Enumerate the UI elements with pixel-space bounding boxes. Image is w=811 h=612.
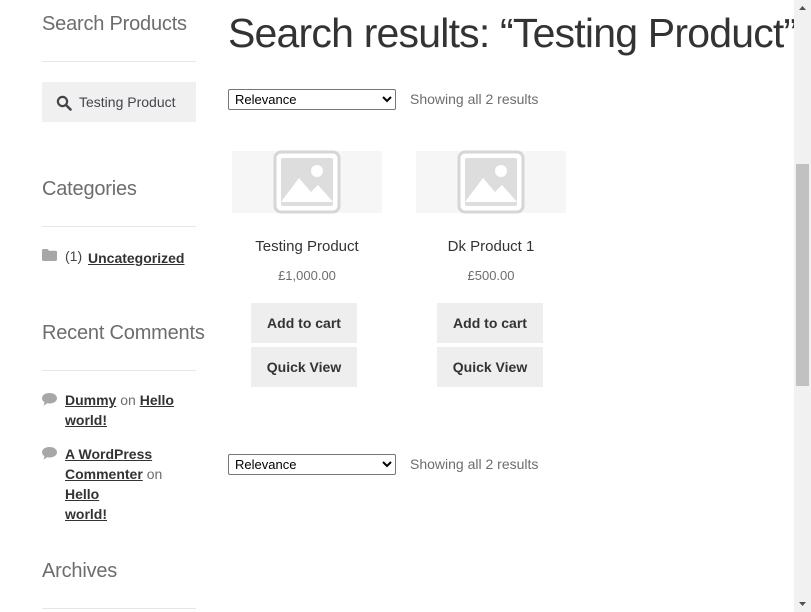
quick-view-button[interactable]: Quick View [437,347,543,387]
search-widget-title: Search Products [42,13,187,35]
category-item-text: Uncategorized (1) [65,248,184,266]
divider [42,608,196,609]
comment-post-link-line1[interactable]: Hello [140,392,174,408]
quick-view-button[interactable]: Quick View [251,347,357,387]
product-search-field[interactable]: Testing Product [42,82,196,122]
comment-author-link[interactable]: A WordPress Commenter [65,446,152,482]
divider [42,370,196,371]
orderby-form-top: Relevance [228,89,396,110]
comment-post-link-line2[interactable]: world! [65,506,107,522]
page-title: Search results: “Testing Product” [228,10,797,56]
scroll-up-arrow-icon[interactable] [794,0,811,17]
category-link-uncategorized[interactable]: Uncategorized [88,250,184,266]
product-title[interactable]: Dk Product 1 [396,238,586,255]
comment-text: Dummy on Hello world! [65,390,197,430]
divider [42,226,196,227]
placeholder-image-icon [273,150,341,214]
comment-on-label: on [120,392,136,408]
orderby-select[interactable]: Relevance [228,454,396,475]
product-title[interactable]: Testing Product [212,238,402,255]
product-thumbnail[interactable] [416,150,566,214]
scrollbar-thumb[interactable] [796,164,809,386]
orderby-form-bottom: Relevance [228,454,396,475]
comment-author-link[interactable]: Dummy [65,392,116,408]
comment-text: A WordPress Commenter on Hello world! [65,444,197,524]
search-icon [56,95,72,111]
product-price: £1,000.00 [278,268,336,283]
comment-post-link-line1[interactable]: Hello [65,486,99,502]
comment-bubble-icon [42,393,57,406]
page-scrollbar[interactable] [794,0,811,612]
folder-icon [42,249,57,261]
comment-author-line2[interactable]: Commenter [65,466,143,482]
product-thumbnail[interactable] [232,150,382,214]
comment-post-link-line2[interactable]: world! [65,412,107,428]
categories-widget-title: Categories [42,178,137,200]
scroll-down-arrow-icon[interactable] [794,595,811,612]
recent-comments-widget-title: Recent Comments [42,322,205,344]
comment-bubble-icon [42,447,57,460]
divider [42,61,196,62]
placeholder-image-icon [457,150,525,214]
result-count: Showing all 2 results [410,91,539,107]
comment-post-link[interactable]: Hello world! [65,486,107,522]
add-to-cart-button[interactable]: Add to cart [437,303,543,343]
comment-author-line1[interactable]: A WordPress [65,446,152,462]
search-input-value[interactable]: Testing Product [79,94,176,110]
product-price: £500.00 [467,268,515,283]
orderby-select[interactable]: Relevance [228,89,396,110]
archives-widget-title: Archives [42,560,118,582]
add-to-cart-button[interactable]: Add to cart [251,303,357,343]
result-count: Showing all 2 results [410,456,539,472]
category-count: (1) [65,248,83,264]
comment-on-label: on [146,466,163,482]
